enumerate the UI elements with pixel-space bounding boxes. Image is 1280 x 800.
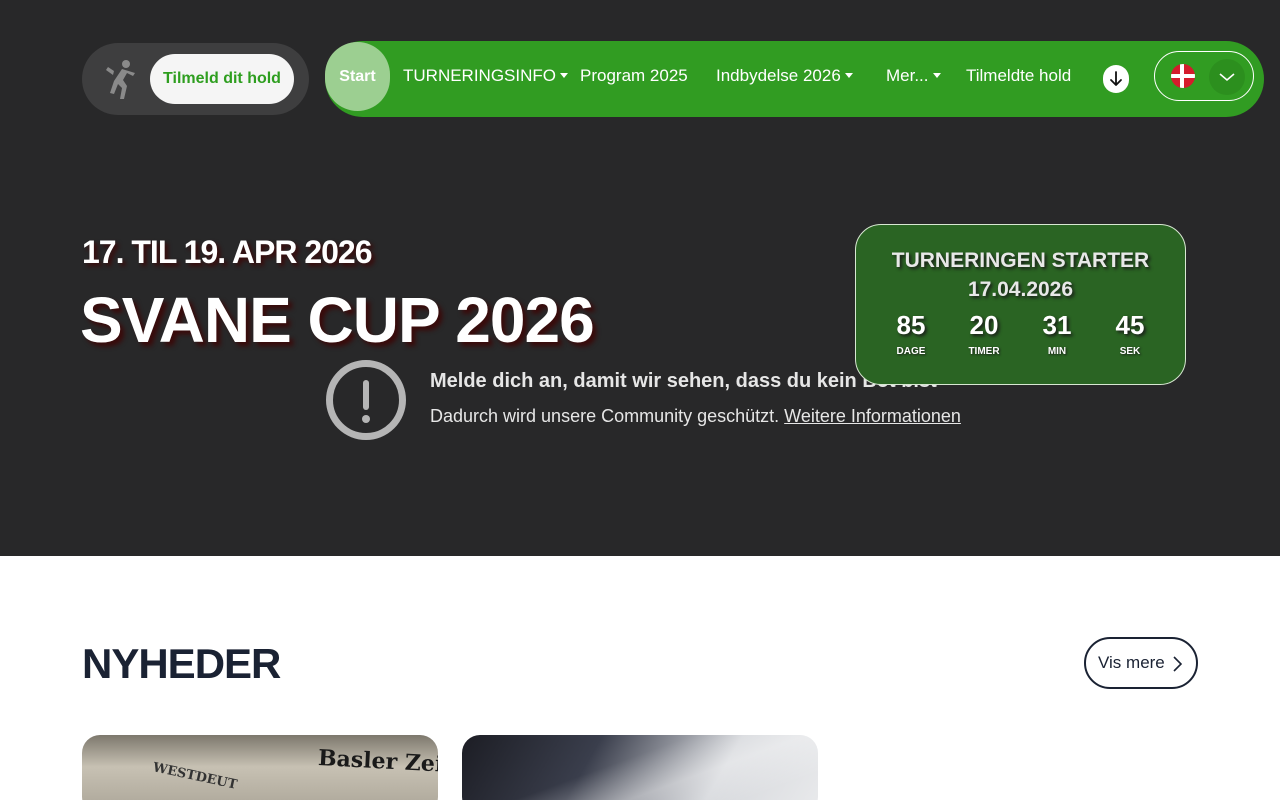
nav-item-indbydelse-2026[interactable]: Indbydelse 2026 (716, 65, 853, 87)
countdown-box: TURNERINGEN STARTER 17.04.2026 85 DAGE 2… (855, 224, 1186, 385)
countdown-seconds: 45 SEK (1100, 310, 1160, 357)
nav-item-label: Mer... (886, 66, 929, 85)
exclamation-icon (326, 360, 406, 440)
download-button[interactable] (1103, 65, 1129, 93)
show-more-label: Vis mere (1098, 653, 1165, 672)
news-heading: NYHEDER (82, 640, 281, 687)
countdown-label: DAGE (896, 346, 926, 357)
hero-section: Tilmeld dit hold Start TURNERINGSINFO Pr… (0, 0, 1280, 556)
main-navbar: Start TURNERINGSINFO Program 2025 Indbyd… (325, 41, 1264, 117)
nav-item-label: TURNERINGSINFO (403, 66, 556, 85)
countdown-minutes: 31 MIN (1027, 310, 1087, 357)
language-select[interactable] (1154, 51, 1254, 101)
nav-start[interactable]: Start (325, 42, 390, 111)
countdown-label: SEK (1119, 346, 1141, 357)
nav-item-registered-teams[interactable]: Tilmeldte hold (966, 65, 1071, 87)
countdown-title-line: TURNERINGEN STARTER (891, 249, 1150, 272)
countdown-value: 20 (969, 310, 999, 340)
newspaper-headline: WESTDEUT (151, 760, 239, 793)
bot-notice-text: Dadurch wird unsere Community geschützt.… (430, 406, 961, 427)
countdown-start-date: 17.04.2026 (967, 278, 1074, 301)
countdown-hours: 20 TIMER (954, 310, 1014, 357)
show-more-button[interactable]: Vis mere (1084, 637, 1198, 689)
countdown-value: 85 (896, 310, 926, 340)
countdown-value: 31 (1042, 310, 1072, 340)
caret-down-icon (560, 73, 568, 79)
newspaper-headline: Basler Zeitu (317, 745, 438, 779)
countdown-label: MIN (1047, 346, 1067, 357)
countdown-title: TURNERINGEN STARTER 17.04.2026 (856, 246, 1185, 304)
arrow-down-icon (1110, 71, 1122, 86)
countdown-value: 45 (1115, 310, 1145, 340)
bot-notice-body: Dadurch wird unsere Community geschützt. (430, 406, 780, 426)
page-title: SVANE CUP 2026 (80, 284, 595, 356)
handball-player-icon[interactable] (100, 57, 140, 101)
nav-item-program-2025[interactable]: Program 2025 (580, 65, 688, 87)
caret-down-icon (932, 73, 941, 79)
newspapers-stand-image: Basler Zeitu WESTDEUT (82, 735, 438, 800)
brand-pill: Tilmeld dit hold (82, 43, 309, 115)
countdown-days: 85 DAGE (881, 310, 941, 357)
nav-item-label: Indbydelse 2026 (716, 66, 841, 85)
countdown-label: TIMER (968, 346, 1000, 357)
denmark-flag-icon (1171, 64, 1195, 88)
more-info-link[interactable]: Weitere Informationen (784, 406, 961, 426)
register-team-button[interactable]: Tilmeld dit hold (150, 54, 294, 104)
nav-item-label: Program 2025 (580, 66, 688, 85)
magazine-pages-image (462, 735, 818, 800)
caret-down-icon (844, 73, 853, 79)
chevron-right-icon (1173, 656, 1182, 672)
nav-item-label: Tilmeldte hold (966, 66, 1072, 85)
nav-item-turneringsinfo[interactable]: TURNERINGSINFO (403, 65, 568, 87)
chevron-down-icon (1209, 59, 1245, 95)
nav-item-more[interactable]: Mer... (886, 65, 941, 87)
event-date: 17. TIL 19. APR 2026 (82, 234, 372, 270)
news-card[interactable] (462, 735, 818, 800)
news-card[interactable]: Basler Zeitu WESTDEUT (82, 735, 438, 800)
